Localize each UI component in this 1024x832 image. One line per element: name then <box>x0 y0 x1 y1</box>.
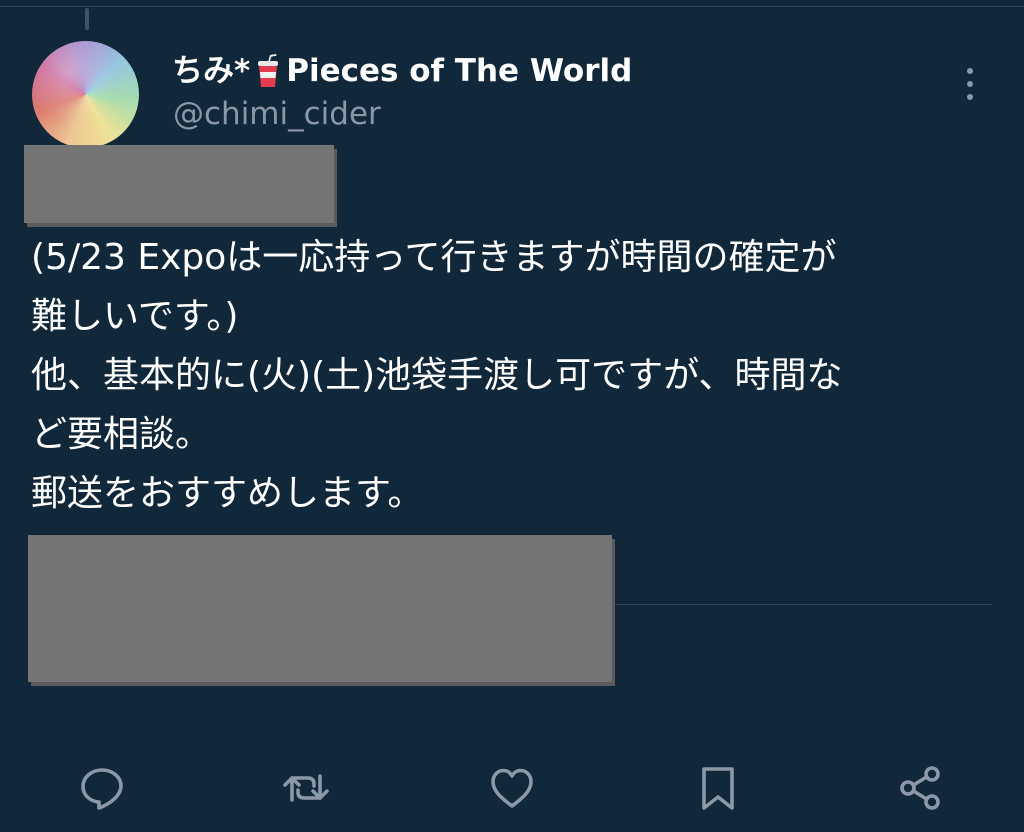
reply-button[interactable] <box>74 760 130 816</box>
share-icon <box>900 766 940 810</box>
post-text-line: 他、基本的に(火)(土)池袋手渡し可ですが、時間な <box>31 355 843 396</box>
like-button[interactable] <box>484 760 540 816</box>
top-divider <box>0 6 1024 7</box>
reply-icon <box>81 768 123 810</box>
avatar[interactable] <box>32 41 139 148</box>
repost-button[interactable] <box>278 760 334 816</box>
author-display-name[interactable]: ちみ* Pieces of The World <box>172 50 632 92</box>
more-options-icon[interactable] <box>958 64 982 104</box>
redaction-block <box>24 145 334 223</box>
display-name-text: ちみ* <box>172 53 251 89</box>
thread-connector-line <box>85 8 89 30</box>
post-text-line: (5/23 Expoは一応持って行きますが時間の確定が <box>31 237 837 278</box>
post-text-line: 郵送をおすすめします。 <box>31 473 424 514</box>
redaction-block <box>28 535 612 682</box>
cup-with-straw-icon <box>258 54 279 87</box>
bookmark-icon <box>702 767 734 810</box>
post-detail: ちみ* Pieces of The World @chimi_cider (5/… <box>0 0 1024 832</box>
post-text: (5/23 Expoは一応持って行きますが時間の確定が 難しいです。) 他、基本… <box>31 228 991 523</box>
display-name-suffix: Pieces of The World <box>286 53 633 89</box>
like-icon <box>491 768 533 808</box>
share-button[interactable] <box>892 760 948 816</box>
content-divider <box>612 604 992 605</box>
bookmark-button[interactable] <box>690 760 746 816</box>
author-handle[interactable]: @chimi_cider <box>173 94 381 134</box>
post-text-line: 難しいです。) <box>31 296 239 337</box>
repost-icon <box>283 774 329 802</box>
post-text-line: ど要相談。 <box>31 414 212 455</box>
